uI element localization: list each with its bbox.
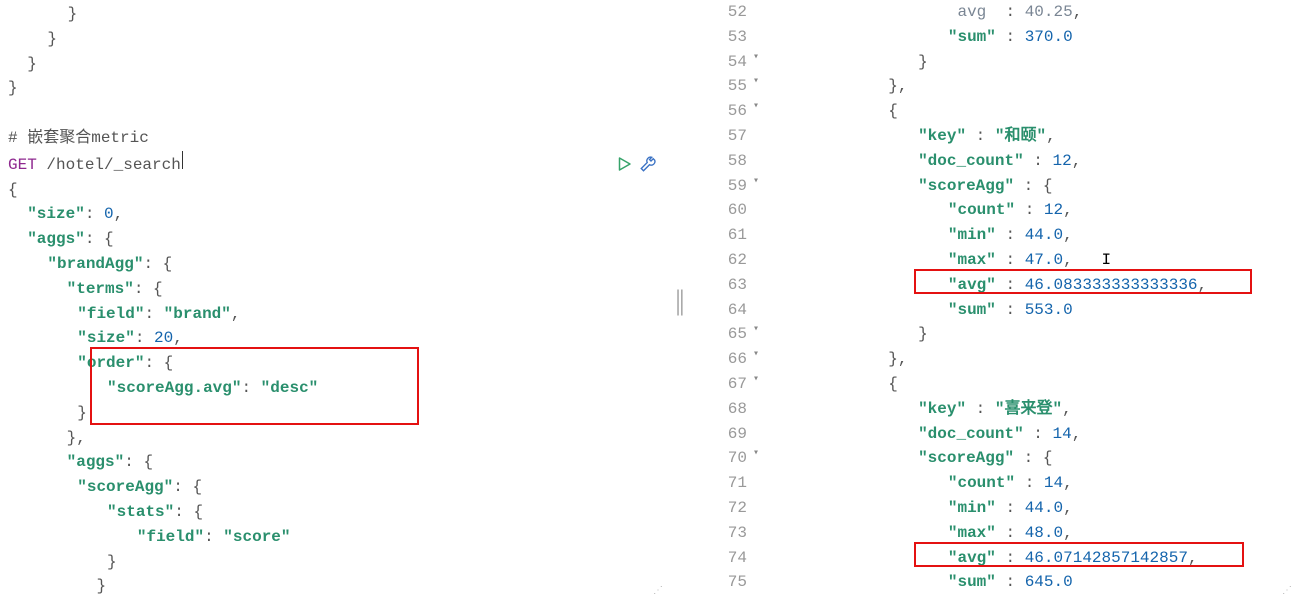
response-line: "min" : 44.0,: [769, 496, 1207, 521]
line-number: 70: [695, 446, 747, 471]
line-number: 64: [695, 298, 747, 323]
line-number: 55: [695, 74, 747, 99]
resize-handle-icon: ⋰: [653, 584, 663, 600]
response-line: "scoreAgg" : {: [769, 446, 1207, 471]
request-line[interactable]: GET /hotel/_search: [8, 151, 665, 178]
response-line: "sum" : 553.0: [769, 298, 1207, 323]
run-icon[interactable]: [615, 155, 633, 173]
response-line: "count" : 14,: [769, 471, 1207, 496]
response-line: }: [769, 322, 1207, 347]
line-number: 68: [695, 397, 747, 422]
line-number: 56: [695, 99, 747, 124]
response-line: "key" : "喜来登",: [769, 397, 1207, 422]
response-code-area: avg : 40.25, "sum" : 370.0 } }, { "key" …: [755, 0, 1207, 601]
request-editor[interactable]: } } } } # 嵌套聚合metric GET /hotel/_search …: [0, 0, 665, 601]
response-line: "sum" : 370.0: [769, 25, 1207, 50]
line-number: 65: [695, 322, 747, 347]
line-number: 69: [695, 422, 747, 447]
line-number: 59: [695, 174, 747, 199]
comment-line: # 嵌套聚合metric: [8, 126, 665, 151]
editor-actions: [615, 155, 657, 173]
line-number-gutter: 5253545556575859606162636465666768697071…: [695, 0, 755, 601]
line-number: 61: [695, 223, 747, 248]
line-number: 52: [695, 0, 747, 25]
response-line: },: [769, 347, 1207, 372]
line-number: 62: [695, 248, 747, 273]
response-line: "doc_count" : 12,: [769, 149, 1207, 174]
line-number: 63: [695, 273, 747, 298]
response-line: },: [769, 74, 1207, 99]
pane-divider[interactable]: [665, 0, 695, 601]
response-line: "doc_count" : 14,: [769, 422, 1207, 447]
response-line: "avg" : 46.07142857142857,: [769, 546, 1207, 571]
response-line: "min" : 44.0,: [769, 223, 1207, 248]
response-line: }: [769, 50, 1207, 75]
response-line: "scoreAgg" : {: [769, 174, 1207, 199]
line-number: 60: [695, 198, 747, 223]
line-number: 54: [695, 50, 747, 75]
line-number: 71: [695, 471, 747, 496]
line-number: 67: [695, 372, 747, 397]
line-number: 72: [695, 496, 747, 521]
response-line: "sum" : 645.0: [769, 570, 1207, 595]
resize-handle-icon: ⋰: [1282, 584, 1292, 600]
response-line: "key" : "和颐",: [769, 124, 1207, 149]
response-line: "max" : 48.0,: [769, 521, 1207, 546]
response-viewer[interactable]: 5253545556575859606162636465666768697071…: [695, 0, 1294, 601]
line-number: 73: [695, 521, 747, 546]
line-number: 66: [695, 347, 747, 372]
line-number: 75: [695, 570, 747, 595]
response-line: {: [769, 372, 1207, 397]
response-line: avg : 40.25,: [769, 0, 1207, 25]
line-number: 74: [695, 546, 747, 571]
line-number: 58: [695, 149, 747, 174]
response-line: {: [769, 99, 1207, 124]
line-number: 57: [695, 124, 747, 149]
response-line: "max" : 47.0, I: [769, 248, 1207, 273]
response-line: "avg" : 46.083333333333336,: [769, 273, 1207, 298]
wrench-icon[interactable]: [639, 155, 657, 173]
line-number: 53: [695, 25, 747, 50]
response-line: "count" : 12,: [769, 198, 1207, 223]
